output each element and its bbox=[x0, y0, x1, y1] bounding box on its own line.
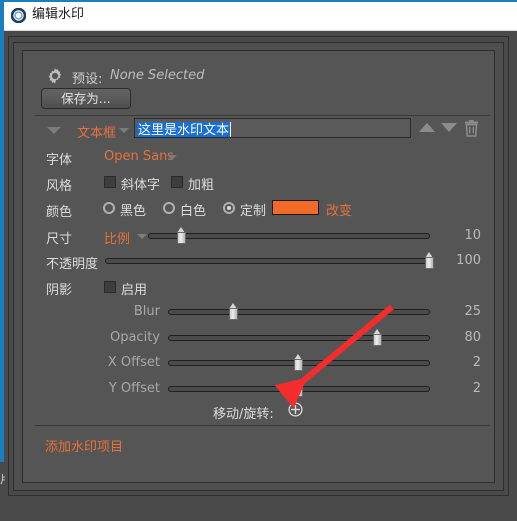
selected-text: 这里是水印文本 bbox=[137, 122, 231, 138]
color-radio-white[interactable] bbox=[163, 202, 175, 214]
watermark-editor-window: 片 编辑水印 预设: None Selected 保存为... 文本框 这里是水… bbox=[0, 0, 517, 521]
watermark-text-input[interactable]: 这里是水印文本 bbox=[134, 118, 411, 138]
italic-label[interactable]: 斜体字 bbox=[121, 174, 160, 193]
shadow-opacity-slider-thumb[interactable] bbox=[372, 329, 382, 346]
shadow-blur-slider-track[interactable] bbox=[168, 309, 430, 315]
parent-window-edge-lower bbox=[0, 462, 4, 521]
font-label: 字体 bbox=[46, 153, 73, 168]
preset-value: None Selected bbox=[110, 68, 205, 83]
item-collapse-triangle-icon[interactable] bbox=[47, 127, 61, 134]
shadow-x-offset-slider[interactable] bbox=[168, 354, 430, 371]
shadow-enable-label[interactable]: 启用 bbox=[121, 279, 147, 298]
shadow-opacity-slider-track[interactable] bbox=[168, 335, 430, 341]
size-slider-thumb[interactable] bbox=[176, 227, 186, 244]
shadow-y-offset-label: Y Offset bbox=[108, 381, 160, 396]
size-value: 10 bbox=[464, 228, 481, 243]
bold-label[interactable]: 加粗 bbox=[188, 174, 214, 193]
shadow-blur-label: Blur bbox=[133, 304, 160, 319]
shadow-opacity-value: 80 bbox=[464, 330, 481, 345]
shadow-blur-slider[interactable] bbox=[168, 303, 430, 320]
shadow-blur-slider-thumb[interactable] bbox=[228, 303, 238, 320]
plus-circle-icon[interactable] bbox=[288, 402, 303, 417]
opacity-slider-track[interactable] bbox=[105, 258, 430, 264]
opacity-slider-thumb[interactable] bbox=[425, 252, 434, 269]
move-rotate-label: 移动/旋转: bbox=[213, 407, 274, 422]
title-bar-accent bbox=[4, 0, 517, 2]
window-title: 编辑水印 bbox=[32, 7, 85, 22]
parent-window-edge bbox=[0, 0, 4, 521]
shadow-enable-checkbox[interactable] bbox=[104, 281, 116, 293]
shadow-y-offset-value: 2 bbox=[472, 381, 481, 396]
shadow-label: 阴影 bbox=[46, 283, 73, 298]
item-type-chevron-down-icon[interactable] bbox=[119, 128, 129, 133]
shadow-x-offset-slider-thumb[interactable] bbox=[294, 354, 303, 371]
preset-label: 预设: bbox=[72, 72, 103, 87]
shadow-blur-value: 25 bbox=[464, 304, 481, 319]
shadow-x-offset-value: 2 bbox=[472, 355, 481, 370]
move-down-triangle-icon[interactable] bbox=[441, 123, 457, 132]
font-value[interactable]: Open Sans bbox=[104, 149, 174, 164]
size-slider[interactable] bbox=[148, 227, 430, 244]
opacity-label: 不透明度 bbox=[46, 257, 99, 272]
italic-checkbox[interactable] bbox=[104, 176, 116, 188]
ring-icon bbox=[10, 7, 27, 24]
shadow-y-offset-slider-thumb[interactable] bbox=[294, 380, 303, 397]
gear-icon[interactable] bbox=[46, 67, 64, 85]
shadow-x-offset-label: X Offset bbox=[107, 355, 160, 370]
divider-bottom bbox=[35, 425, 490, 426]
add-watermark-item-link[interactable]: 添加水印项目 bbox=[45, 436, 123, 455]
item-type-label[interactable]: 文本框 bbox=[77, 122, 116, 141]
style-label: 风格 bbox=[46, 179, 73, 194]
opacity-slider[interactable] bbox=[105, 252, 434, 269]
text-caret bbox=[230, 122, 232, 137]
opacity-value: 100 bbox=[456, 253, 481, 268]
save-as-button[interactable]: 保存为... bbox=[41, 88, 131, 109]
divider-top bbox=[35, 115, 490, 116]
shadow-y-offset-slider[interactable] bbox=[168, 380, 430, 397]
size-mode-chevron-down-icon[interactable] bbox=[137, 234, 147, 239]
color-radio-white-label[interactable]: 白色 bbox=[180, 200, 206, 219]
trash-icon[interactable] bbox=[464, 120, 479, 137]
bold-checkbox[interactable] bbox=[171, 176, 183, 188]
font-chevron-down-icon[interactable] bbox=[167, 155, 177, 160]
color-radio-custom-label[interactable]: 定制 bbox=[240, 200, 266, 219]
color-radio-black-label[interactable]: 黑色 bbox=[120, 200, 146, 219]
clipped-edge-glyph: 片 bbox=[0, 472, 5, 488]
move-up-triangle-icon[interactable] bbox=[419, 123, 435, 132]
shadow-opacity-slider[interactable] bbox=[168, 329, 430, 346]
color-label: 颜色 bbox=[46, 205, 73, 220]
color-swatch[interactable] bbox=[272, 200, 319, 215]
color-radio-custom[interactable] bbox=[223, 202, 235, 214]
size-slider-track[interactable] bbox=[148, 233, 430, 239]
change-color-link[interactable]: 改变 bbox=[326, 200, 352, 219]
color-radio-black[interactable] bbox=[103, 202, 115, 214]
size-mode-label[interactable]: 比例 bbox=[104, 228, 130, 247]
size-label: 尺寸 bbox=[46, 232, 73, 247]
shadow-opacity-label: Opacity bbox=[109, 330, 160, 345]
